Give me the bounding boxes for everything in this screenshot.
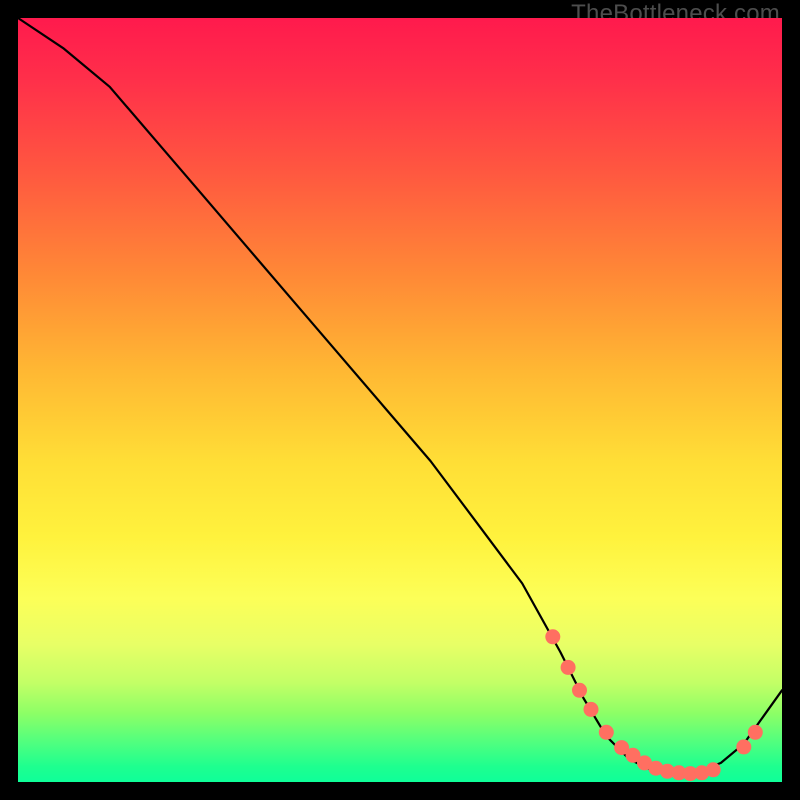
data-marker (736, 739, 751, 754)
bottleneck-curve (18, 18, 782, 774)
chart-stage: TheBottleneck.com (0, 0, 800, 800)
plot-area (18, 18, 782, 782)
data-marker (572, 683, 587, 698)
marker-group (545, 629, 763, 781)
data-marker (561, 660, 576, 675)
data-marker (599, 725, 614, 740)
data-marker (748, 725, 763, 740)
curve-svg (18, 18, 782, 782)
data-marker (706, 762, 721, 777)
data-marker (545, 629, 560, 644)
data-marker (584, 702, 599, 717)
